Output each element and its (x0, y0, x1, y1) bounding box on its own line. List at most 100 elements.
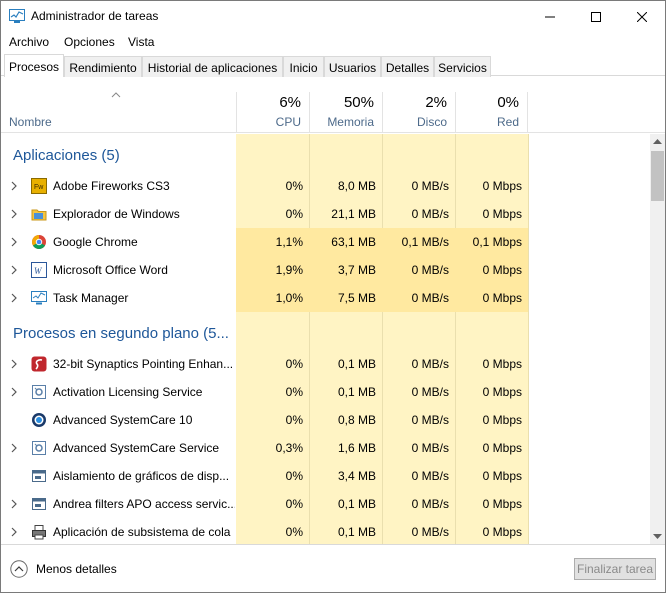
memory-value: 0,1 MB (337, 357, 376, 371)
network-value: 0 Mbps (482, 469, 522, 483)
column-memoria[interactable]: 50% Memoria (309, 92, 382, 133)
expand-chevron-icon[interactable] (11, 387, 17, 397)
synaptics-icon (31, 356, 47, 372)
scroll-down-icon[interactable] (653, 534, 662, 540)
process-row[interactable]: Fw Adobe Fireworks CS3 0% 8,0 MB 0 MB/s 0 Mbp… (1, 172, 650, 200)
disk-percent: 2% (425, 94, 447, 111)
memory-value: 0,8 MB (337, 413, 376, 427)
service-icon (32, 385, 46, 399)
chevron-up-circle-icon[interactable] (10, 560, 28, 578)
memory-value: 0,1 MB (337, 385, 376, 399)
tab-servicios[interactable]: Servicios (434, 56, 491, 77)
group-header-apps[interactable]: Aplicaciones (5) (13, 147, 120, 164)
process-row[interactable]: W Microsoft Office Word 1,9% 3,7 MB 0 MB/s 0 … (1, 256, 650, 284)
disk-label: Disco (416, 115, 447, 129)
menu-vista[interactable]: Vista (128, 35, 154, 49)
cpu-value: 0% (285, 179, 303, 193)
tab-inicio[interactable]: Inicio (283, 56, 324, 77)
less-details-link[interactable]: Menos detalles (36, 562, 117, 576)
task-manager-window: Administrador de tareas Archivo Opciones… (0, 0, 666, 593)
process-row[interactable]: Explorador de Windows 0% 21,1 MB 0 MB/s 0 Mb… (1, 200, 650, 228)
cpu-label: CPU (275, 115, 301, 129)
process-name: Aislamiento de gráficos de disp... (53, 469, 230, 483)
cpu-value: 0,3% (275, 441, 303, 455)
process-row[interactable]: Aplicación de subsistema de cola 0% 0,1 MB… (1, 518, 650, 544)
scroll-thumb[interactable] (651, 151, 664, 201)
cpu-percent: 6% (279, 94, 301, 111)
tab-procesos[interactable]: Procesos (4, 54, 64, 77)
process-row[interactable]: 32-bit Synaptics Pointing Enhan... 0% 0,1 … (1, 350, 650, 378)
window-icon (32, 498, 46, 510)
process-row[interactable]: Andrea filters APO access servic... 0% 0,1… (1, 490, 650, 518)
expand-chevron-icon[interactable] (11, 499, 17, 509)
cpu-value: 0% (285, 497, 303, 511)
process-row[interactable]: Activation Licensing Service 0% 0,1 MB 0 MB… (1, 378, 650, 406)
expand-chevron-icon[interactable] (11, 237, 17, 247)
process-row[interactable]: Advanced SystemCare Service 0,3% 1,6 MB 0 M… (1, 434, 650, 462)
network-value: 0 Mbps (482, 497, 522, 511)
process-list: Aplicaciones (5) Procesos en segundo pla… (1, 134, 650, 544)
expand-chevron-icon[interactable] (11, 443, 17, 453)
chrome-icon (32, 235, 46, 249)
folder-icon (31, 209, 47, 221)
window-icon (32, 470, 46, 482)
memory-value: 21,1 MB (331, 207, 376, 221)
process-name: Adobe Fireworks CS3 (53, 179, 170, 193)
cpu-value: 1,0% (275, 291, 303, 305)
service-icon (32, 441, 46, 455)
tab-rendimiento[interactable]: Rendimiento (64, 56, 142, 77)
memory-value: 63,1 MB (331, 235, 376, 249)
disk-value: 0 MB/s (411, 179, 449, 193)
vertical-scrollbar[interactable] (650, 134, 665, 544)
close-button[interactable] (619, 1, 665, 32)
maximize-button[interactable] (573, 1, 619, 32)
tab-detalles[interactable]: Detalles (381, 56, 434, 77)
memory-value: 0,1 MB (337, 525, 376, 539)
task-manager-app-icon (9, 9, 25, 23)
process-row[interactable]: Google Chrome 1,1% 63,1 MB 0,1 MB/s 0,1 Mbps (1, 228, 650, 256)
disk-value: 0 MB/s (411, 207, 449, 221)
process-row[interactable]: Advanced SystemCare 10 0% 0,8 MB 0 MB/s 0 Mb… (1, 406, 650, 434)
process-name: Aplicación de subsistema de cola (53, 525, 231, 539)
scroll-up-icon[interactable] (653, 138, 662, 144)
word-icon: W (31, 262, 47, 278)
menu-opciones[interactable]: Opciones (64, 35, 115, 49)
disk-value: 0 MB/s (411, 413, 449, 427)
network-value: 0 Mbps (482, 263, 522, 277)
column-disco[interactable]: 2% Disco (382, 92, 455, 133)
memory-percent: 50% (343, 94, 374, 111)
process-name: Explorador de Windows (53, 207, 180, 221)
expand-chevron-icon[interactable] (11, 265, 17, 275)
window-title: Administrador de tareas (31, 9, 159, 23)
network-value: 0 Mbps (482, 413, 522, 427)
network-value: 0 Mbps (482, 385, 522, 399)
tab-historial[interactable]: Historial de aplicaciones (142, 56, 283, 77)
expand-chevron-icon[interactable] (11, 209, 17, 219)
process-name: Task Manager (53, 291, 129, 305)
disk-value: 0 MB/s (411, 469, 449, 483)
task-manager-icon (31, 291, 47, 305)
process-row[interactable]: Aislamiento de gráficos de disp... 0% 3,4 … (1, 462, 650, 490)
end-task-button[interactable]: Finalizar tarea (574, 558, 656, 580)
disk-value: 0 MB/s (411, 291, 449, 305)
process-row[interactable]: Task Manager 1,0% 7,5 MB 0 MB/s 0 Mbps (1, 284, 650, 312)
column-cpu[interactable]: 6% CPU (236, 92, 309, 133)
disk-value: 0 MB/s (411, 357, 449, 371)
cpu-value: 0% (285, 469, 303, 483)
title-bar[interactable]: Administrador de tareas (1, 1, 665, 32)
process-name: Google Chrome (53, 235, 138, 249)
network-value: 0,1 Mbps (472, 235, 522, 249)
expand-chevron-icon[interactable] (11, 359, 17, 369)
expand-chevron-icon[interactable] (11, 181, 17, 191)
expand-chevron-icon[interactable] (11, 527, 17, 537)
group-header-background[interactable]: Procesos en segundo plano (5... (13, 325, 229, 342)
minimize-button[interactable] (527, 1, 573, 32)
network-value: 0 Mbps (482, 357, 522, 371)
column-red[interactable]: 0% Red (455, 92, 528, 133)
menu-archivo[interactable]: Archivo (9, 35, 49, 49)
tab-usuarios[interactable]: Usuarios (324, 56, 381, 77)
column-header: Nombre 6% CPU 50% Memoria 2% Disco 0% Re… (1, 92, 665, 133)
process-name: Andrea filters APO access servic... (53, 497, 235, 511)
expand-chevron-icon[interactable] (11, 293, 17, 303)
column-nombre[interactable]: Nombre (9, 115, 52, 129)
